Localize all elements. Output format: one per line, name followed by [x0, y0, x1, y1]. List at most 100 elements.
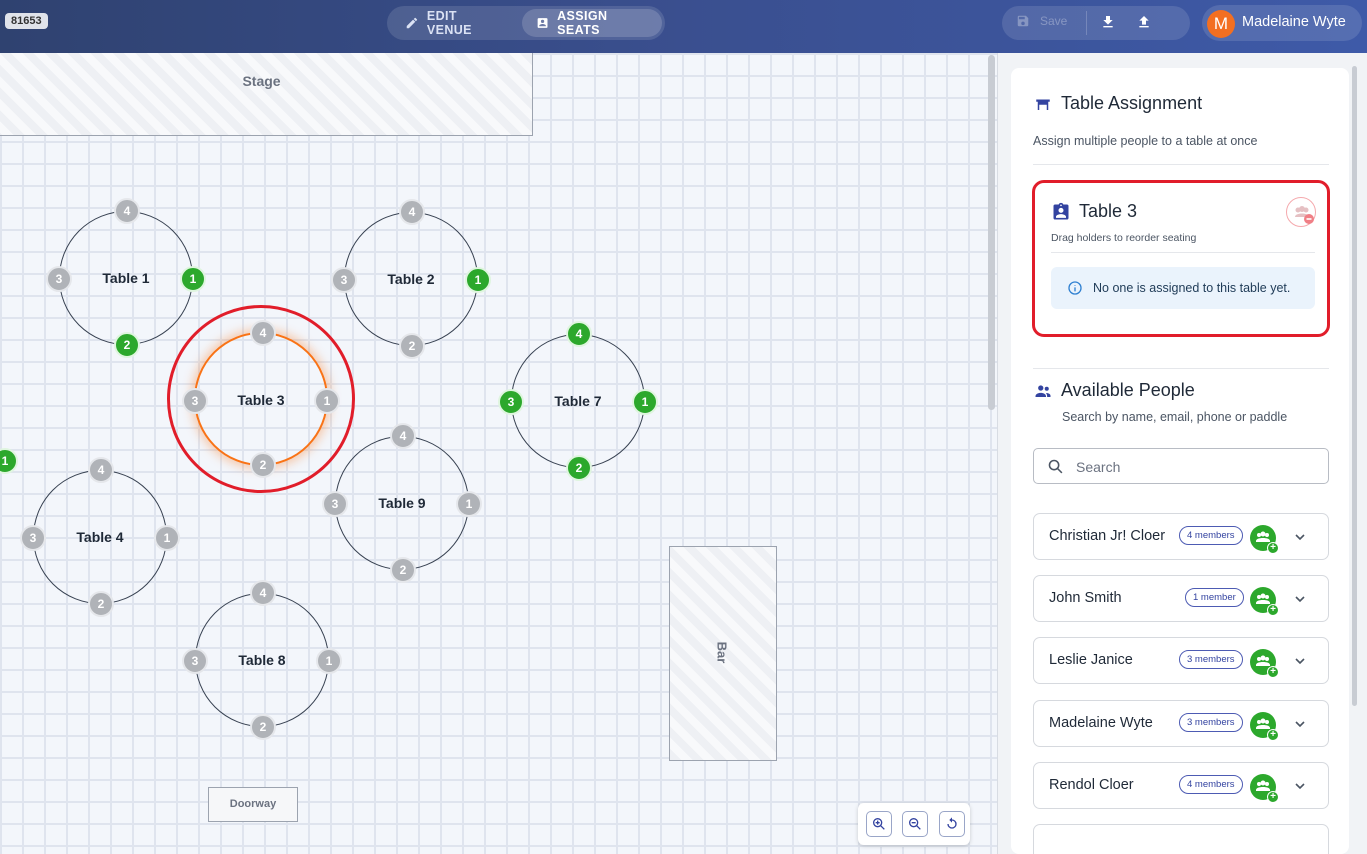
venue-canvas[interactable]: Stage 1 Table 1 1 2 3 4 Table 2 1 2 3 4 … [0, 53, 997, 854]
upload-icon [1139, 16, 1149, 28]
zoom-controls [858, 803, 970, 845]
seat-4[interactable]: 4 [88, 457, 114, 483]
assign-seats-button[interactable]: ASSIGN SEATS [522, 9, 662, 37]
chevron-down-icon[interactable] [1292, 716, 1308, 732]
divider [1086, 11, 1087, 35]
search-input[interactable] [1074, 449, 1318, 485]
seat-3[interactable]: 3 [20, 525, 46, 551]
person-row[interactable]: Christian Jr! Cloer 4 members + [1033, 513, 1329, 560]
seat-4[interactable]: 4 [250, 580, 276, 606]
table-2[interactable]: Table 2 1 2 3 4 [331, 199, 491, 359]
seat-1[interactable]: 1 [456, 491, 482, 517]
assign-group-button[interactable]: + [1250, 712, 1279, 741]
available-people-title: Available People [1033, 380, 1195, 401]
plus-icon: + [1267, 791, 1279, 803]
sidebar-scrollbar[interactable] [1352, 66, 1357, 706]
seat-1[interactable]: 1 [465, 267, 491, 293]
download-icon [1103, 16, 1113, 28]
seat-4[interactable]: 4 [114, 198, 140, 224]
person-row-partial[interactable] [1033, 824, 1329, 854]
seat-partial[interactable]: 1 [0, 448, 18, 474]
seat-1[interactable]: 1 [180, 266, 206, 292]
reset-view-button[interactable] [939, 811, 965, 837]
seat-2[interactable]: 2 [114, 332, 140, 358]
assign-group-button[interactable]: + [1250, 649, 1279, 678]
sidebar: Table Assignment Assign multiple people … [997, 53, 1367, 854]
seat-2[interactable]: 2 [399, 333, 425, 359]
bar-area: Bar [669, 546, 777, 761]
seat-3[interactable]: 3 [46, 266, 72, 292]
download-button[interactable] [1100, 14, 1116, 35]
seat-3[interactable]: 3 [182, 648, 208, 674]
seat-3[interactable]: 3 [498, 389, 524, 415]
pencil-icon [406, 17, 418, 29]
zoom-in-icon [873, 818, 885, 830]
plus-icon: + [1267, 542, 1279, 554]
save-button[interactable]: Save [1016, 14, 1067, 28]
mode-toggle: EDIT VENUE ASSIGN SEATS [387, 6, 665, 40]
user-name: Madelaine Wyte [1242, 14, 1346, 30]
avatar: M [1207, 10, 1235, 38]
seat-2[interactable]: 2 [250, 714, 276, 740]
person-row[interactable]: Leslie Janice 3 members + [1033, 637, 1329, 684]
plus-icon: + [1267, 604, 1279, 616]
zoom-out-button[interactable] [902, 811, 928, 837]
chevron-down-icon[interactable] [1292, 591, 1308, 607]
member-count-badge: 3 members [1179, 713, 1243, 732]
seat-3[interactable]: 3 [322, 491, 348, 517]
person-name: John Smith [1049, 590, 1122, 606]
table-8[interactable]: Table 8 1 2 3 4 [182, 580, 342, 740]
remove-group-button[interactable] [1286, 197, 1316, 227]
selection-highlight-ring [167, 305, 355, 493]
plus-icon: + [1267, 666, 1279, 678]
info-icon [1068, 281, 1082, 295]
seat-4[interactable]: 4 [390, 423, 416, 449]
canvas-scrollbar[interactable] [988, 55, 995, 410]
table-7[interactable]: Table 7 1 2 3 4 [498, 321, 658, 481]
table-9[interactable]: Table 9 1 2 3 4 [322, 423, 482, 583]
table-label: Table 9 [378, 495, 426, 511]
upload-button[interactable] [1136, 14, 1152, 35]
panel-title-text: Table Assignment [1061, 93, 1203, 113]
edit-venue-label: EDIT VENUE [426, 9, 472, 37]
person-row[interactable]: Rendol Cloer 4 members + [1033, 762, 1329, 809]
user-menu[interactable]: M Madelaine Wyte [1202, 5, 1362, 41]
table-4[interactable]: Table 4 1 2 3 4 [20, 457, 180, 617]
assign-group-button[interactable]: + [1250, 525, 1279, 554]
table-label: Table 7 [554, 393, 602, 409]
seat-2[interactable]: 2 [390, 557, 416, 583]
seat-4[interactable]: 4 [566, 321, 592, 347]
person-row[interactable]: Madelaine Wyte 3 members + [1033, 700, 1329, 747]
table-1[interactable]: Table 1 1 2 3 4 [46, 198, 206, 358]
assign-group-button[interactable]: + [1250, 774, 1279, 803]
divider [1033, 368, 1329, 369]
seat-2[interactable]: 2 [566, 455, 592, 481]
selected-table-card: Table 3 Drag holders to reorder seating … [1032, 180, 1330, 337]
zoom-in-button[interactable] [866, 811, 892, 837]
seat-4[interactable]: 4 [399, 199, 425, 225]
chevron-down-icon[interactable] [1292, 529, 1308, 545]
seat-1[interactable]: 1 [632, 389, 658, 415]
seat-3[interactable]: 3 [331, 267, 357, 293]
edit-venue-button[interactable]: EDIT VENUE [391, 9, 519, 37]
seat-2[interactable]: 2 [88, 591, 114, 617]
zoom-out-icon [909, 818, 921, 830]
table-label: Table 1 [102, 270, 150, 286]
table-label: Table 4 [76, 529, 124, 545]
chevron-down-icon[interactable] [1292, 778, 1308, 794]
assign-group-button[interactable]: + [1250, 587, 1279, 616]
reset-icon [947, 817, 957, 829]
seat-1[interactable]: 1 [316, 648, 342, 674]
seat-1[interactable]: 1 [154, 525, 180, 551]
remove-group-icon [1295, 206, 1314, 224]
file-actions: Save [1002, 6, 1190, 40]
plus-icon: + [1267, 729, 1279, 741]
search-icon [1048, 459, 1063, 474]
search-box [1033, 448, 1329, 485]
bar-label: Bar [714, 641, 730, 664]
chevron-down-icon[interactable] [1292, 653, 1308, 669]
member-count-badge: 3 members [1179, 650, 1243, 669]
empty-table-alert: No one is assigned to this table yet. [1051, 267, 1315, 309]
table-label: Table 2 [387, 271, 435, 287]
person-row[interactable]: John Smith 1 member + [1033, 575, 1329, 622]
